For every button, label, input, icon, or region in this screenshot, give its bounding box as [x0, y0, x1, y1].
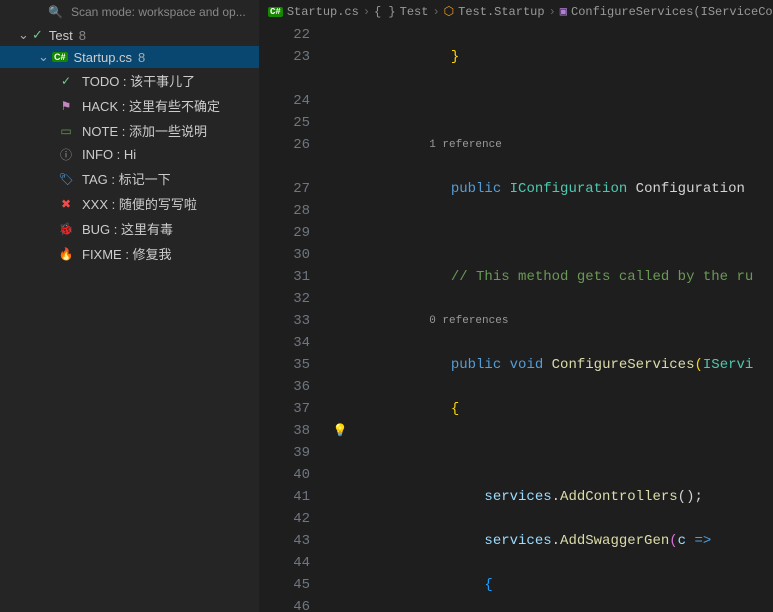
todo-item-hack[interactable]: ⚑HACK : 这里有些不确定	[0, 93, 259, 118]
todo-item-todo[interactable]: ✓TODO : 该干事儿了	[0, 68, 259, 93]
todo-item-info[interactable]: ⓘINFO : Hi	[0, 143, 259, 166]
sidebar: 🔍 Scan mode: workspace and op... ⌄ ✓ Tes…	[0, 0, 260, 612]
search-placeholder: Scan mode: workspace and op...	[71, 5, 246, 19]
todo-item-bug[interactable]: 🐞BUG : 这里有毒	[0, 216, 259, 241]
chevron-right-icon: ›	[549, 5, 556, 19]
check-icon: ✓	[58, 74, 74, 88]
todo-item-tag[interactable]: 🏷TAG : 标记一下	[0, 166, 259, 191]
tag-icon: 🏷	[58, 172, 74, 186]
code-content[interactable]: } 1 reference public IConfiguration Conf…	[350, 24, 773, 612]
fire-icon: 🔥	[58, 247, 74, 261]
breadcrumb-namespace[interactable]: Test	[400, 5, 429, 19]
tree-label: Test	[49, 28, 73, 43]
x-icon: ✖	[58, 197, 74, 211]
search-bar[interactable]: 🔍 Scan mode: workspace and op...	[0, 0, 259, 24]
glyph-margin: 💡	[330, 24, 350, 612]
todo-item-fixme[interactable]: 🔥FIXME : 修复我	[0, 241, 259, 266]
chevron-down-icon: ⌄	[18, 27, 30, 43]
info-icon: ⓘ	[58, 146, 74, 163]
lightbulb-icon[interactable]: 💡	[333, 424, 348, 438]
tree-count: 8	[79, 28, 86, 43]
file-row-startup[interactable]: ⌄ C# Startup.cs 8	[0, 46, 259, 68]
chevron-right-icon: ›	[432, 5, 439, 19]
line-number-gutter: 22 23 24 25 26 27 28 29 30 31 32 33 34 3…	[260, 24, 330, 612]
tree-header-test[interactable]: ⌄ ✓ Test 8	[0, 24, 259, 46]
namespace-icon: { }	[374, 5, 396, 19]
file-count: 8	[138, 50, 145, 65]
method-icon: ▣	[560, 4, 567, 19]
csharp-icon: C#	[268, 7, 283, 17]
editor[interactable]: C# Startup.cs › { } Test › ⬡ Test.Startu…	[260, 0, 773, 612]
note-icon: ▭	[58, 124, 74, 138]
breadcrumb-class[interactable]: Test.Startup	[458, 5, 544, 19]
todo-item-note[interactable]: ▭NOTE : 添加一些说明	[0, 118, 259, 143]
code-area[interactable]: 22 23 24 25 26 27 28 29 30 31 32 33 34 3…	[260, 24, 773, 612]
breadcrumb[interactable]: C# Startup.cs › { } Test › ⬡ Test.Startu…	[260, 0, 773, 24]
check-icon: ✓	[32, 27, 43, 43]
flag-icon: ⚑	[58, 99, 74, 113]
breadcrumb-file[interactable]: Startup.cs	[287, 5, 359, 19]
todo-item-xxx[interactable]: ✖XXX : 随便的写写啦	[0, 191, 259, 216]
search-icon: 🔍	[48, 5, 63, 19]
breadcrumb-method[interactable]: ConfigureServices(IServiceCollection ser	[571, 5, 773, 19]
csharp-icon: C#	[52, 52, 68, 62]
bug-icon: 🐞	[58, 222, 74, 236]
chevron-down-icon: ⌄	[38, 49, 50, 65]
file-label: Startup.cs	[74, 50, 133, 65]
chevron-right-icon: ›	[363, 5, 370, 19]
class-icon: ⬡	[444, 4, 454, 19]
